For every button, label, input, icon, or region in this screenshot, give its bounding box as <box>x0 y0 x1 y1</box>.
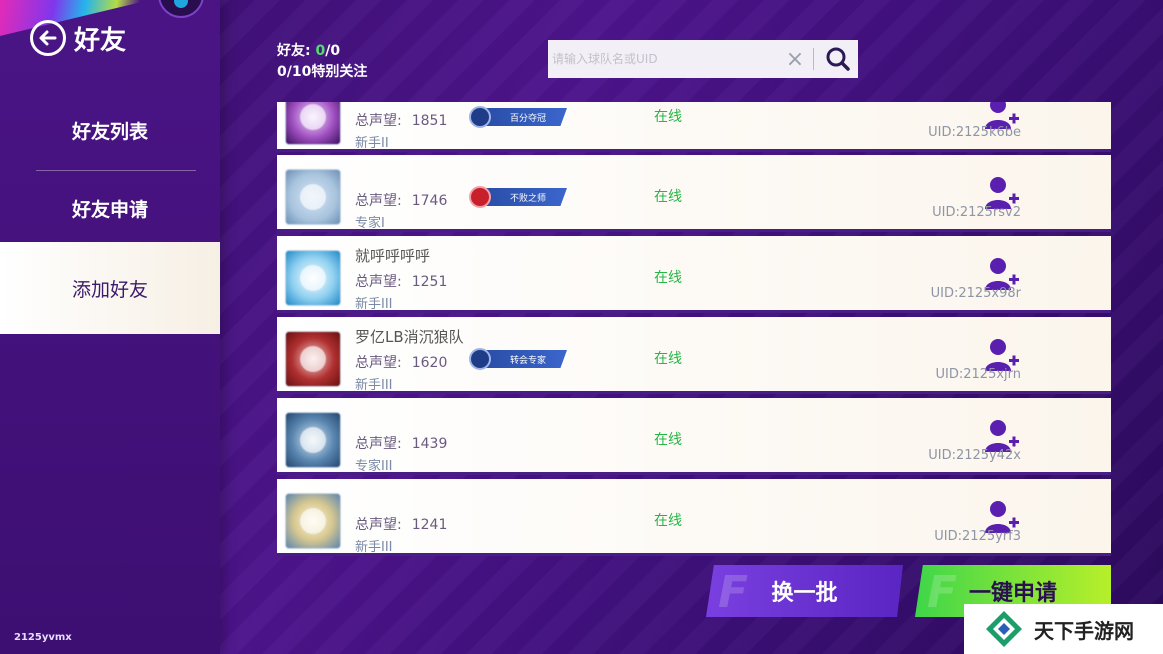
rank: 新手III <box>355 540 393 555</box>
user-uid: UID:2125k6be <box>928 125 1021 140</box>
rank: 新手III <box>355 297 393 312</box>
title-badge: 不败之师 <box>469 186 567 208</box>
fame-value: 1620 <box>411 355 448 371</box>
refresh-batch-label: 换一批 <box>771 581 838 606</box>
title-badge-label: 转会专家 <box>485 350 567 368</box>
friend-stats: 好友: 0/0 0/10特别关注 <box>277 41 367 83</box>
fame-value: 1439 <box>411 436 448 452</box>
title-badge-label: 不败之师 <box>485 188 567 206</box>
sidebar-item-add-friend[interactable]: 添加好友 <box>0 242 220 334</box>
avatar <box>285 250 341 306</box>
watermark-text: 天下手游网 <box>1034 618 1134 643</box>
sidebar: 好友 好友列表 好友申请 添加好友 2125yvmx <box>0 0 220 654</box>
avatar <box>285 331 341 387</box>
apply-all-label: 一键申请 <box>968 581 1057 606</box>
list-item: 总声望: 1241 新手III 在线 UID:2125yrf3 <box>277 479 1111 556</box>
rank: 专家III <box>355 459 393 474</box>
title-badge: 转会专家 <box>469 348 567 370</box>
avatar <box>285 412 341 468</box>
search-bar: × <box>548 40 858 78</box>
fame: 总声望: 1746 <box>355 193 448 209</box>
user-uid: UID:2125yrf3 <box>934 529 1021 544</box>
avatar <box>285 102 341 145</box>
user-uid: UID:2125xjrn <box>935 367 1021 382</box>
back-button[interactable]: 好友 <box>30 20 126 56</box>
search-icon <box>826 47 850 71</box>
nav-divider <box>36 170 196 171</box>
online-status: 在线 <box>654 109 682 125</box>
online-status: 在线 <box>654 513 682 529</box>
search-button[interactable] <box>818 40 858 78</box>
fame: 总声望: 1251 <box>355 274 448 290</box>
friend-count-label: 好友: <box>277 43 316 59</box>
list-item: 罗亿LB消沉狼队 总声望: 1620 新手III 转会专家 在线 UID:2125… <box>277 317 1111 394</box>
page-title: 好友 <box>74 25 127 56</box>
friend-count-total: /0 <box>325 43 341 59</box>
site-watermark: 天下手游网 <box>964 604 1163 654</box>
fame: 总声望: 1620 <box>355 355 448 371</box>
fame-value: 1241 <box>411 517 448 533</box>
online-status: 在线 <box>654 432 682 448</box>
title-badge-label: 百分夺冠 <box>485 108 567 126</box>
search-input[interactable] <box>548 40 781 78</box>
fame: 总声望: 1439 <box>355 436 448 452</box>
fame-value: 1746 <box>411 193 448 209</box>
refresh-batch-button[interactable]: F 换一批 <box>706 565 903 617</box>
avatar <box>285 169 341 225</box>
clear-icon[interactable]: × <box>781 47 809 72</box>
list-item: 总声望: 1439 专家III 在线 UID:2125y42x <box>277 398 1111 475</box>
fame-value: 1851 <box>411 113 448 129</box>
button-decoration-icon: F <box>718 567 749 618</box>
shield-icon <box>469 186 491 208</box>
player-name: 就呼呼呼呼 <box>355 247 431 265</box>
special-follow-count: 0/10特别关注 <box>277 64 368 80</box>
user-uid: UID:2125y42x <box>928 448 1021 463</box>
avatar <box>285 493 341 549</box>
list-item: 总声望: 1746 专家I 不败之师 在线 UID:2125rsv2 <box>277 155 1111 232</box>
title-badge: 百分夺冠 <box>469 106 567 128</box>
fame-value: 1251 <box>411 274 448 290</box>
diamond-logo-icon <box>986 611 1022 647</box>
rank: 新手II <box>355 136 389 151</box>
own-user-id: 2125yvmx <box>14 632 72 643</box>
list-item: 就呼呼呼呼 总声望: 1251 新手III 在线 UID:2125x98r <box>277 236 1111 313</box>
rank: 专家I <box>355 216 385 231</box>
player-avatar-badge[interactable] <box>158 0 204 18</box>
user-uid: UID:2125rsv2 <box>932 205 1021 220</box>
medal-icon <box>469 348 491 370</box>
sidebar-item-friend-requests[interactable]: 好友申请 <box>0 172 220 244</box>
recommended-friends-list: 总声望: 1851 新手II 百分夺冠 在线 UID:2125k6be 总声望: 1… <box>277 102 1111 557</box>
user-uid: UID:2125x98r <box>930 286 1021 301</box>
friend-count-line: 好友: 0/0 <box>277 41 367 62</box>
trophy-icon <box>469 106 491 128</box>
friend-count-value: 0 <box>315 43 326 59</box>
sidebar-item-friend-list[interactable]: 好友列表 <box>0 94 220 166</box>
button-decoration-icon: F <box>927 567 958 618</box>
player-name: 罗亿LB消沉狼队 <box>355 328 464 346</box>
online-status: 在线 <box>654 189 682 205</box>
search-separator <box>813 48 814 70</box>
online-status: 在线 <box>654 270 682 286</box>
online-status: 在线 <box>654 351 682 367</box>
list-item: 总声望: 1851 新手II 百分夺冠 在线 UID:2125k6be <box>277 102 1111 152</box>
back-arrow-icon <box>30 20 66 56</box>
fame: 总声望: 1241 <box>355 517 448 533</box>
rank: 新手III <box>355 378 393 393</box>
fame: 总声望: 1851 <box>355 113 448 129</box>
